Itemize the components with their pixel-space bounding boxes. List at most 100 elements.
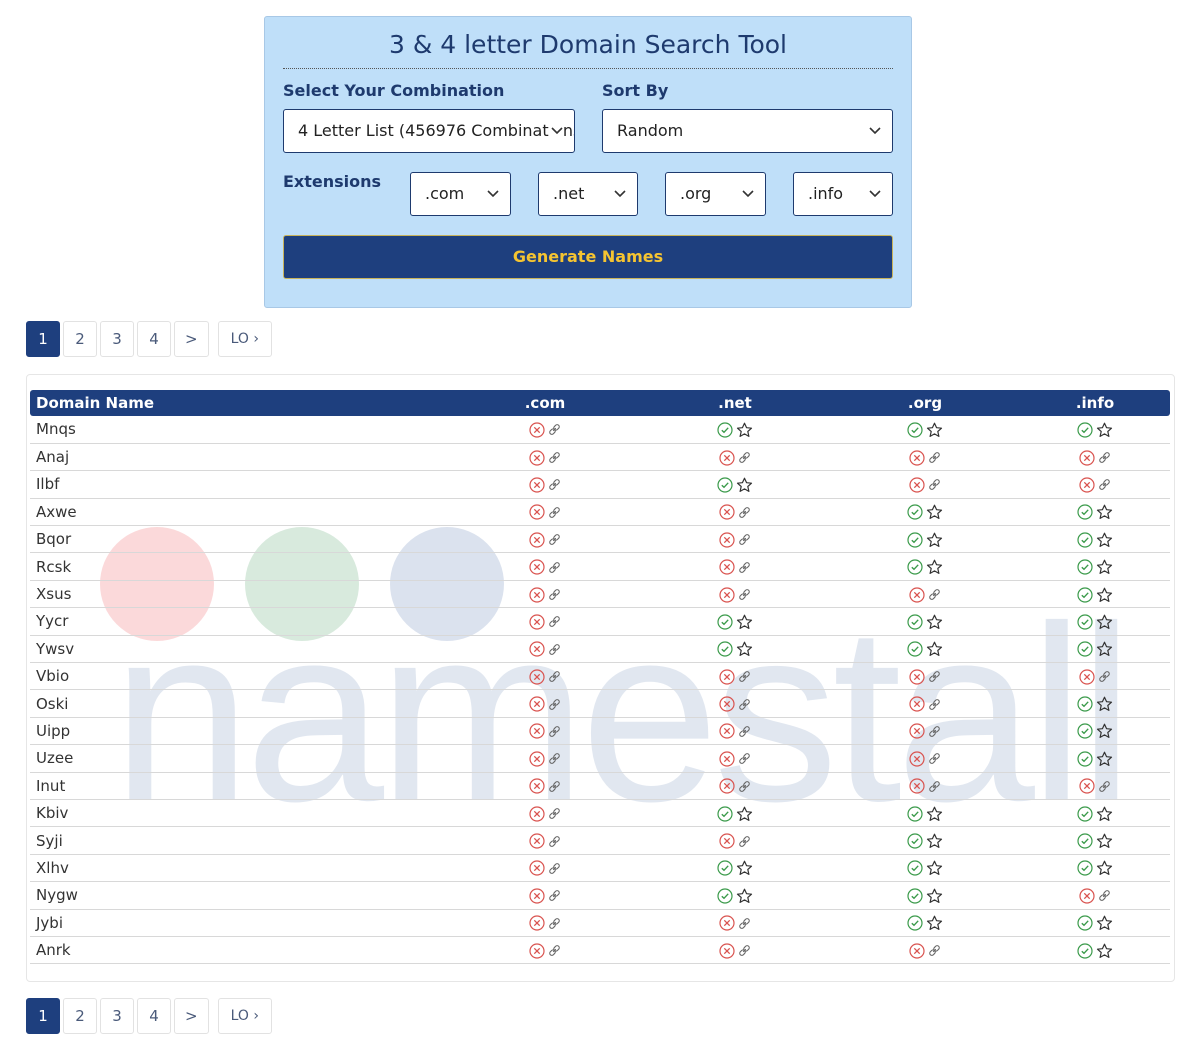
- link-icon[interactable]: [738, 944, 751, 957]
- link-icon[interactable]: [928, 725, 941, 738]
- star-icon[interactable]: [926, 559, 943, 575]
- link-icon[interactable]: [548, 670, 561, 683]
- star-icon[interactable]: [1096, 860, 1113, 876]
- link-icon[interactable]: [548, 533, 561, 546]
- link-icon[interactable]: [928, 478, 941, 491]
- link-icon[interactable]: [738, 506, 751, 519]
- link-icon[interactable]: [548, 725, 561, 738]
- star-icon[interactable]: [926, 614, 943, 630]
- star-icon[interactable]: [926, 422, 943, 438]
- link-icon[interactable]: [738, 561, 751, 574]
- star-icon[interactable]: [1096, 532, 1113, 548]
- star-icon[interactable]: [1096, 806, 1113, 822]
- star-icon[interactable]: [736, 860, 753, 876]
- link-icon[interactable]: [548, 643, 561, 656]
- sort-select[interactable]: Random: [602, 109, 893, 153]
- star-icon[interactable]: [1096, 696, 1113, 712]
- star-icon[interactable]: [1096, 833, 1113, 849]
- page-2-button[interactable]: 2: [63, 321, 97, 357]
- link-icon[interactable]: [738, 588, 751, 601]
- link-icon[interactable]: [928, 451, 941, 464]
- page-3-button[interactable]: 3: [100, 998, 134, 1034]
- link-icon[interactable]: [928, 752, 941, 765]
- link-icon[interactable]: [548, 807, 561, 820]
- star-icon[interactable]: [1096, 504, 1113, 520]
- link-icon[interactable]: [738, 835, 751, 848]
- star-icon[interactable]: [926, 806, 943, 822]
- star-icon[interactable]: [926, 532, 943, 548]
- page-4-button[interactable]: 4: [137, 321, 171, 357]
- link-icon[interactable]: [548, 917, 561, 930]
- page-2-button[interactable]: 2: [63, 998, 97, 1034]
- star-icon[interactable]: [926, 833, 943, 849]
- star-icon[interactable]: [736, 888, 753, 904]
- star-icon[interactable]: [736, 422, 753, 438]
- page-3-button[interactable]: 3: [100, 321, 134, 357]
- next-page-button[interactable]: >: [174, 321, 209, 357]
- link-icon[interactable]: [738, 670, 751, 683]
- star-icon[interactable]: [926, 888, 943, 904]
- star-icon[interactable]: [926, 915, 943, 931]
- star-icon[interactable]: [736, 477, 753, 493]
- extension-select-com[interactable]: .com: [410, 172, 511, 216]
- link-icon[interactable]: [548, 780, 561, 793]
- star-icon[interactable]: [1096, 614, 1113, 630]
- status-available: [907, 532, 943, 548]
- link-icon[interactable]: [548, 588, 561, 601]
- star-icon[interactable]: [926, 641, 943, 657]
- star-icon[interactable]: [736, 614, 753, 630]
- star-icon[interactable]: [1096, 915, 1113, 931]
- link-icon[interactable]: [548, 862, 561, 875]
- link-icon[interactable]: [1098, 451, 1111, 464]
- page-1-button[interactable]: 1: [26, 998, 60, 1034]
- link-icon[interactable]: [928, 698, 941, 711]
- link-icon[interactable]: [738, 533, 751, 546]
- star-icon[interactable]: [736, 806, 753, 822]
- star-icon[interactable]: [926, 504, 943, 520]
- star-icon[interactable]: [1096, 751, 1113, 767]
- link-icon[interactable]: [548, 506, 561, 519]
- link-icon[interactable]: [548, 944, 561, 957]
- generate-names-button[interactable]: Generate Names: [283, 235, 893, 279]
- link-icon[interactable]: [548, 698, 561, 711]
- star-icon[interactable]: [1096, 587, 1113, 603]
- link-icon[interactable]: [928, 944, 941, 957]
- star-icon[interactable]: [736, 641, 753, 657]
- link-icon[interactable]: [738, 451, 751, 464]
- star-icon[interactable]: [1096, 943, 1113, 959]
- link-icon[interactable]: [548, 752, 561, 765]
- star-icon[interactable]: [1096, 723, 1113, 739]
- extension-select-org[interactable]: .org: [665, 172, 766, 216]
- link-icon[interactable]: [1098, 670, 1111, 683]
- link-icon[interactable]: [738, 698, 751, 711]
- extension-select-info[interactable]: .info: [793, 172, 893, 216]
- extension-select-net[interactable]: .net: [538, 172, 638, 216]
- star-icon[interactable]: [1096, 641, 1113, 657]
- combination-select[interactable]: 4 Letter List (456976 Combinations): [283, 109, 575, 153]
- link-icon[interactable]: [548, 451, 561, 464]
- link-icon[interactable]: [738, 725, 751, 738]
- link-icon[interactable]: [1098, 780, 1111, 793]
- link-icon[interactable]: [548, 615, 561, 628]
- link-icon[interactable]: [738, 752, 751, 765]
- star-icon[interactable]: [926, 860, 943, 876]
- page-1-button[interactable]: 1: [26, 321, 60, 357]
- link-icon[interactable]: [1098, 478, 1111, 491]
- link-icon[interactable]: [548, 478, 561, 491]
- link-icon[interactable]: [548, 423, 561, 436]
- link-icon[interactable]: [928, 588, 941, 601]
- link-icon[interactable]: [548, 889, 561, 902]
- link-icon[interactable]: [928, 780, 941, 793]
- link-icon[interactable]: [548, 835, 561, 848]
- link-icon[interactable]: [738, 917, 751, 930]
- last-page-button[interactable]: LO ›: [217, 998, 272, 1034]
- last-page-button[interactable]: LO ›: [217, 321, 272, 357]
- link-icon[interactable]: [1098, 889, 1111, 902]
- star-icon[interactable]: [1096, 559, 1113, 575]
- page-4-button[interactable]: 4: [137, 998, 171, 1034]
- link-icon[interactable]: [548, 561, 561, 574]
- star-icon[interactable]: [1096, 422, 1113, 438]
- link-icon[interactable]: [738, 780, 751, 793]
- next-page-button[interactable]: >: [174, 998, 209, 1034]
- link-icon[interactable]: [928, 670, 941, 683]
